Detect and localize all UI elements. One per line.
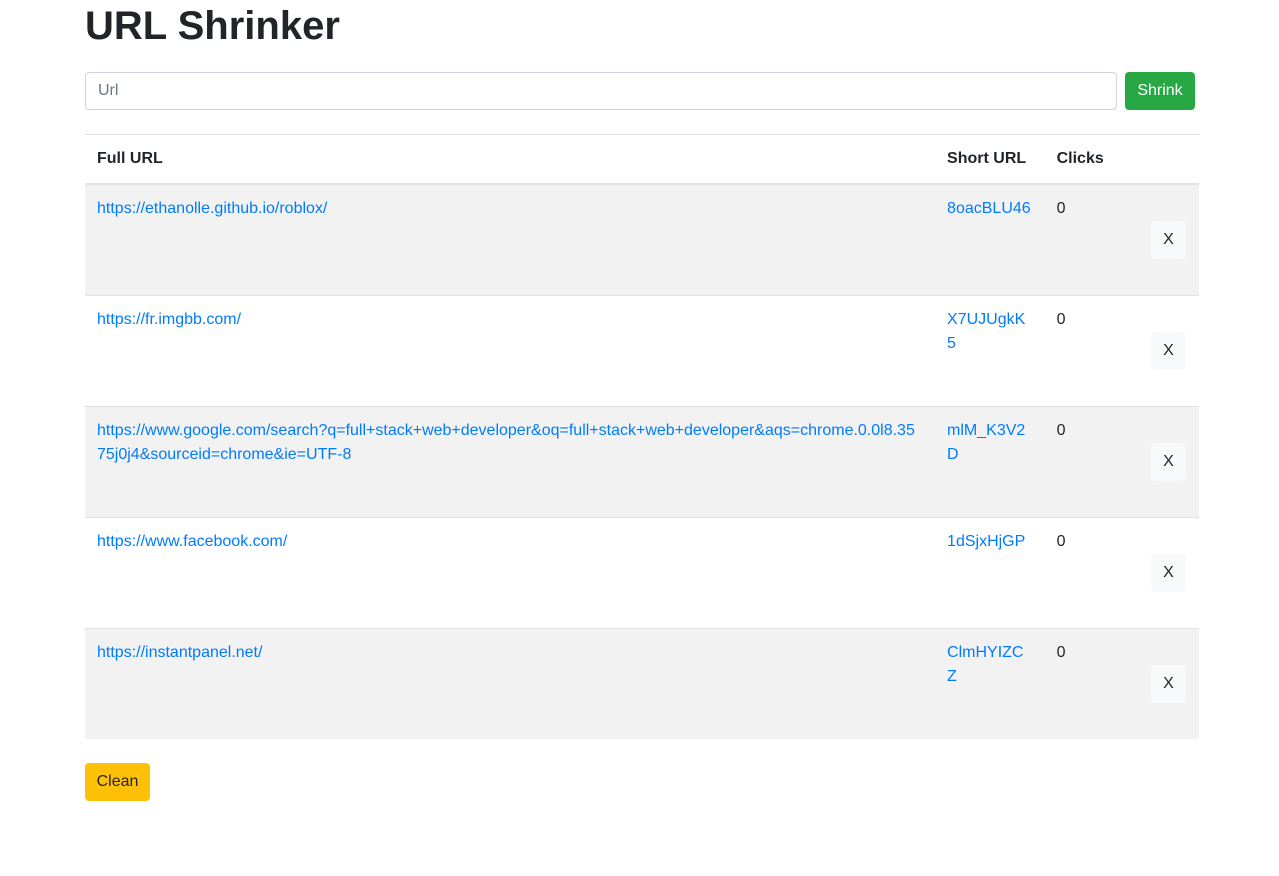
header-actions [1115,134,1199,185]
shrink-form: Shrink [85,72,1195,110]
delete-button[interactable]: X [1151,664,1186,703]
short-url-link[interactable]: X7UJUgkK5 [947,311,1025,352]
short-url-link[interactable]: mlM_K3V2D [947,422,1025,463]
table-row: https://ethanolle.github.io/roblox/ 8oac… [85,184,1199,295]
header-short-url: Short URL [935,134,1045,185]
table-row: https://fr.imgbb.com/ X7UJUgkK5 0 X [85,294,1199,406]
clicks-count: 0 [1044,294,1116,406]
clicks-count: 0 [1044,405,1116,517]
delete-button[interactable]: X [1151,553,1186,592]
url-input[interactable] [85,72,1117,110]
full-url-link[interactable]: https://www.google.com/search?q=full+sta… [97,422,915,463]
full-url-link[interactable]: https://ethanolle.github.io/roblox/ [97,200,327,217]
clicks-count: 0 [1044,627,1116,739]
delete-button[interactable]: X [1151,331,1186,370]
clicks-count: 0 [1044,516,1116,628]
header-clicks: Clicks [1044,134,1116,185]
urls-table: Full URL Short URL Clicks https://ethano… [85,134,1199,739]
table-row: https://www.google.com/search?q=full+sta… [85,405,1199,517]
short-url-link[interactable]: 1dSjxHjGP [947,533,1025,550]
table-header-row: Full URL Short URL Clicks [85,134,1199,185]
short-url-link[interactable]: 8oacBLU46 [947,200,1031,217]
full-url-link[interactable]: https://www.facebook.com/ [97,533,287,550]
full-url-link[interactable]: https://instantpanel.net/ [97,644,262,661]
shrink-button[interactable]: Shrink [1125,72,1195,110]
clicks-count: 0 [1056,200,1066,217]
short-url-link[interactable]: ClmHYIZCZ [947,644,1023,685]
page-title: URL Shrinker [85,4,340,48]
header-full-url: Full URL [85,134,936,185]
delete-button[interactable]: X [1151,442,1186,481]
table-row: https://www.facebook.com/ 1dSjxHjGP 0 X [85,516,1199,628]
table-row: https://instantpanel.net/ ClmHYIZCZ 0 X [85,627,1199,739]
full-url-link[interactable]: https://fr.imgbb.com/ [97,311,241,328]
clean-button[interactable]: Clean [85,763,150,801]
delete-button[interactable]: X [1151,220,1186,259]
